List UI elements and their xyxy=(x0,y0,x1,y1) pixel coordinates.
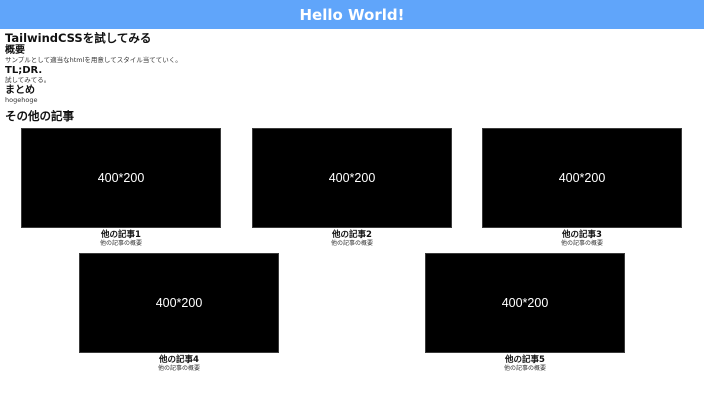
article-title: TailwindCSSを試してみる xyxy=(5,31,152,45)
card-thumbnail[interactable]: 400*200 xyxy=(252,128,452,228)
section-summary: まとめ hogehoge xyxy=(5,85,695,105)
card-thumbnail[interactable]: 400*200 xyxy=(21,128,221,228)
section-text: サンプルとして適当なhtmlを用意してスタイル当てていく。 xyxy=(5,56,182,64)
other-articles-heading: その他の記事 xyxy=(5,109,74,123)
card-description: 他の記事の概要 xyxy=(99,240,142,247)
card-description: 他の記事の概要 xyxy=(503,365,546,372)
article-card[interactable]: 400*200 他の記事4 他の記事の概要 xyxy=(79,253,279,373)
card-description: 他の記事の概要 xyxy=(560,240,603,247)
card-title[interactable]: 他の記事5 xyxy=(425,355,625,365)
thumbnail-placeholder-label: 400*200 xyxy=(155,296,203,310)
section-overview: 概要 サンプルとして適当なhtmlを用意してスタイル当てていく。 xyxy=(5,45,695,65)
section-heading: まとめ xyxy=(5,85,35,96)
card-thumbnail[interactable]: 400*200 xyxy=(79,253,279,353)
card-title[interactable]: 他の記事4 xyxy=(79,355,279,365)
article-card[interactable]: 400*200 他の記事3 他の記事の概要 xyxy=(482,128,682,248)
section-text: hogehoge xyxy=(5,96,38,104)
article-card[interactable]: 400*200 他の記事5 他の記事の概要 xyxy=(425,253,625,373)
section-tldr: TL;DR. 試してみてる。 xyxy=(5,65,695,85)
thumbnail-placeholder-label: 400*200 xyxy=(97,171,145,185)
card-title[interactable]: 他の記事3 xyxy=(482,230,682,240)
card-thumbnail[interactable]: 400*200 xyxy=(425,253,625,353)
section-heading: TL;DR. xyxy=(5,65,43,76)
thumbnail-placeholder-label: 400*200 xyxy=(558,171,606,185)
article: TailwindCSSを試してみる 概要 サンプルとして適当なhtmlを用意して… xyxy=(5,30,695,105)
section-text: 試してみてる。 xyxy=(5,76,51,84)
card-description: 他の記事の概要 xyxy=(330,240,373,247)
section-heading: 概要 xyxy=(5,45,25,56)
card-thumbnail[interactable]: 400*200 xyxy=(482,128,682,228)
card-description: 他の記事の概要 xyxy=(157,365,200,372)
article-card[interactable]: 400*200 他の記事2 他の記事の概要 xyxy=(252,128,452,248)
page-header: Hello World! xyxy=(0,0,704,29)
article-card[interactable]: 400*200 他の記事1 他の記事の概要 xyxy=(21,128,221,248)
card-title[interactable]: 他の記事1 xyxy=(21,230,221,240)
thumbnail-placeholder-label: 400*200 xyxy=(328,171,376,185)
card-title[interactable]: 他の記事2 xyxy=(252,230,452,240)
thumbnail-placeholder-label: 400*200 xyxy=(501,296,549,310)
site-title: Hello World! xyxy=(299,5,405,24)
